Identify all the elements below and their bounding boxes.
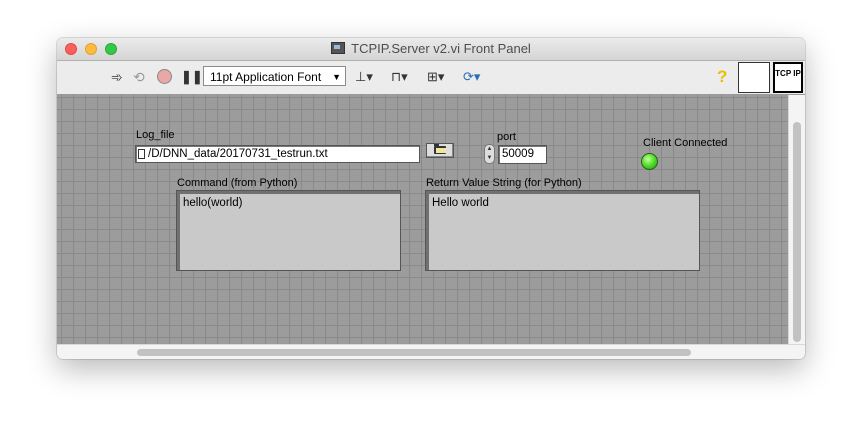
return-value-label: Return Value String (for Python) <box>426 177 582 189</box>
path-icon <box>138 149 145 159</box>
toolbar: ➾ ⟲ ❚❚ 11pt Application Font ▼ ⊥▾ ⊓▾ ⊞▾ … <box>57 61 805 95</box>
command-label: Command (from Python) <box>177 177 298 189</box>
vertical-scrollbar[interactable] <box>788 95 805 344</box>
resize-objects-icon[interactable]: ⊞▾ <box>427 69 444 85</box>
distribute-objects-icon[interactable]: ⊓▾ <box>391 69 408 85</box>
client-connected-led <box>641 153 658 170</box>
return-value-string-indicator[interactable]: Hello world <box>425 190 700 271</box>
port-numeric-control[interactable]: 50009 <box>498 145 547 164</box>
title-bar[interactable]: TCPIP.Server v2.vi Front Panel <box>57 38 805 61</box>
front-panel-window: TCPIP.Server v2.vi Front Panel ➾ ⟲ ❚❚ 11… <box>57 38 805 359</box>
context-help-icon[interactable]: ? <box>717 67 727 87</box>
text-settings-select[interactable]: 11pt Application Font ▼ <box>203 66 346 86</box>
chevron-down-icon: ▼ <box>332 72 341 82</box>
folder-open-icon <box>434 144 446 154</box>
command-string-indicator[interactable]: hello(world) <box>176 190 401 271</box>
log-file-path-control[interactable]: /D/DNN_data/20170731_testrun.txt <box>135 145 420 163</box>
port-label: port <box>497 131 516 143</box>
vi-icon[interactable]: TCP IP <box>773 62 803 93</box>
horizontal-scroll-thumb[interactable] <box>137 349 691 356</box>
vertical-scroll-thumb[interactable] <box>793 122 801 342</box>
vi-front-panel-icon <box>331 42 346 54</box>
reorder-icon[interactable]: ⟳▾ <box>463 69 480 85</box>
client-connected-label: Client Connected <box>643 137 728 149</box>
browse-button[interactable] <box>426 143 454 158</box>
connector-pane-icon[interactable] <box>738 62 770 93</box>
pause-icon[interactable]: ❚❚ <box>181 69 203 85</box>
horizontal-scrollbar[interactable] <box>57 344 805 359</box>
abort-icon[interactable] <box>157 69 172 87</box>
log-file-label: Log_file <box>136 129 175 141</box>
abort-stop-sign <box>157 69 172 84</box>
port-increment-decrement[interactable]: ▲ ▼ <box>484 144 495 164</box>
window-title-wrap: TCPIP.Server v2.vi Front Panel <box>57 41 805 56</box>
run-continuously-icon[interactable]: ⟲ <box>133 69 145 85</box>
run-arrow-icon[interactable]: ➾ <box>111 69 123 85</box>
align-objects-icon[interactable]: ⊥▾ <box>355 69 373 85</box>
window-title: TCPIP.Server v2.vi Front Panel <box>351 41 531 56</box>
text-settings-value: 11pt Application Font <box>210 70 322 84</box>
front-panel-canvas: Log_file /D/DNN_data/20170731_testrun.tx… <box>57 95 788 344</box>
log-file-value: /D/DNN_data/20170731_testrun.txt <box>148 148 328 160</box>
